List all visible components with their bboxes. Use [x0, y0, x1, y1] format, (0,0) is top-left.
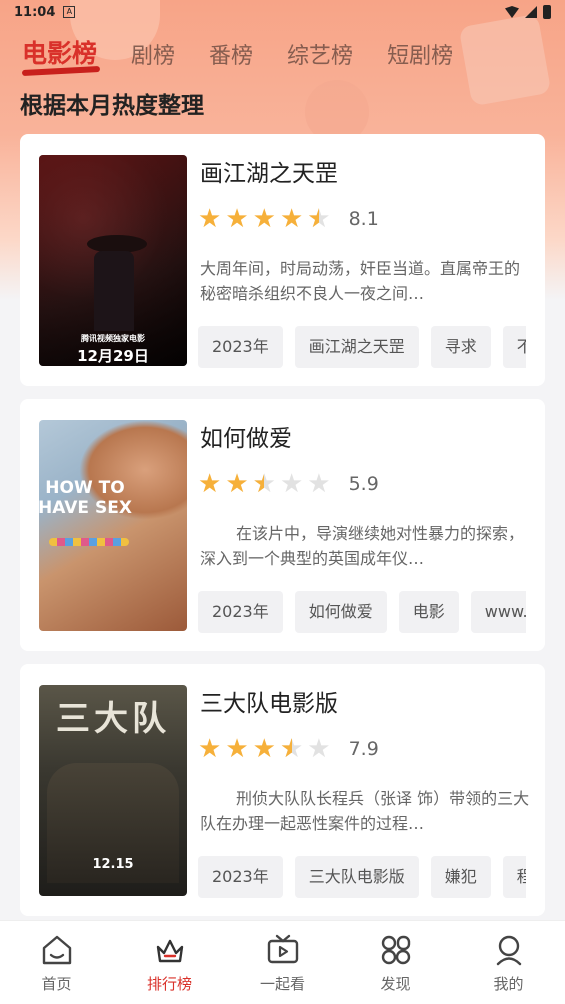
- tag[interactable]: 2023年: [198, 591, 283, 633]
- poster-caption: 三大队: [56, 699, 170, 739]
- tag[interactable]: 三大队电影版: [294, 856, 419, 898]
- movie-title: 画江湖之天罡: [200, 161, 338, 187]
- rating: ★ ★ ★ ★ ★ 5.9: [198, 471, 379, 497]
- tag[interactable]: 2023年: [198, 856, 283, 898]
- poster-caption: HOW TO HAVE SEX: [39, 478, 132, 518]
- profile-icon: [496, 935, 521, 966]
- tab-series[interactable]: 剧榜: [131, 38, 175, 70]
- star-icon: ★: [198, 204, 222, 234]
- tab-movies[interactable]: 电影榜: [22, 34, 97, 70]
- poster-date: 12.15: [92, 857, 134, 872]
- signal-icon: [525, 6, 537, 18]
- nav-label: 发现: [380, 975, 411, 993]
- home-icon: [42, 935, 71, 965]
- tab-short-drama[interactable]: 短剧榜: [387, 38, 453, 70]
- movie-title: 三大队电影版: [200, 691, 338, 717]
- tag[interactable]: 寻求: [430, 326, 491, 368]
- star-icon: ★: [252, 204, 276, 234]
- movie-card[interactable]: 腾讯视频独家电影 12月29日 画江湖之天罡 ★ ★ ★ ★ ★ 8.1 大周年…: [20, 134, 545, 386]
- empty-star-icon: ★: [307, 469, 331, 499]
- movie-card[interactable]: 三大队 12.15 三大队电影版 ★ ★ ★ ★ ★ 7.9 刑侦大队队长程兵（…: [20, 664, 545, 916]
- status-time: 11:04: [14, 4, 56, 20]
- star-icon: ★: [279, 204, 304, 234]
- half-star-icon: ★: [253, 471, 276, 497]
- star-icon: ★: [198, 469, 222, 499]
- tag[interactable]: 不良人: [502, 326, 526, 368]
- empty-star-icon: ★: [279, 469, 304, 499]
- rating: ★ ★ ★ ★ ★ 7.9: [198, 736, 379, 762]
- star-icon: ★: [225, 734, 249, 764]
- half-star-icon: ★: [280, 736, 303, 762]
- nav-profile[interactable]: 我的: [452, 921, 565, 1004]
- nav-label: 一起看: [259, 975, 305, 993]
- rating-score: 8.1: [348, 208, 379, 230]
- tag[interactable]: 2023年: [198, 326, 283, 368]
- nav-label: 首页: [41, 975, 72, 993]
- tab-variety[interactable]: 综艺榜: [287, 38, 353, 70]
- nav-label: 排行榜: [146, 975, 192, 993]
- star-icon: ★: [252, 734, 276, 764]
- movie-title: 如何做爱: [200, 426, 292, 452]
- nav-home[interactable]: 首页: [0, 921, 113, 1004]
- nav-ranking[interactable]: 排行榜: [113, 921, 226, 1004]
- movie-description: 在该片中，导演继续她对性暴力的探索，深入到一个典型的英国成年仪…: [200, 524, 525, 568]
- tv-play-icon: [267, 934, 298, 964]
- empty-star-icon: ★: [307, 734, 331, 764]
- movie-poster[interactable]: HOW TO HAVE SEX: [39, 420, 187, 631]
- rating-score: 7.9: [348, 738, 379, 760]
- star-icon: ★: [225, 469, 249, 499]
- movie-description: 刑侦大队队长程兵（张译 饰）带领的三大队在办理一起恶性案件的过程…: [200, 789, 530, 833]
- nav-discover[interactable]: 发现: [339, 921, 452, 1004]
- bottom-navigation: 首页 排行榜 一起看 发现 我的: [0, 920, 565, 1004]
- wifi-icon: [505, 6, 519, 18]
- tag[interactable]: 如何做爱: [294, 591, 387, 633]
- tab-anime[interactable]: 番榜: [209, 38, 253, 70]
- star-icon: ★: [198, 734, 222, 764]
- star-icon: ★: [225, 204, 249, 234]
- tag[interactable]: 电影: [398, 591, 459, 633]
- tag-list: 2023年 如何做爱 电影 www.a: [198, 591, 526, 633]
- discover-grid-icon: [381, 935, 410, 965]
- sim-icon: A: [63, 6, 76, 18]
- poster-small-text: 腾讯视频独家电影: [81, 334, 145, 343]
- movie-poster[interactable]: 腾讯视频独家电影 12月29日: [39, 155, 187, 366]
- poster-caption: 12月29日: [77, 347, 149, 365]
- status-bar: 11:04 A: [0, 0, 565, 24]
- ranking-crown-icon: [156, 939, 183, 963]
- page-subtitle: 根据本月热度整理: [20, 93, 204, 119]
- header-decoration: [458, 13, 552, 107]
- nav-label: 我的: [493, 975, 524, 993]
- movie-card[interactable]: HOW TO HAVE SEX 如何做爱 ★ ★ ★ ★ ★ 5.9 在该片中，…: [20, 399, 545, 651]
- movie-description: 大周年间，时局动荡，奸臣当道。直属帝王的秘密暗杀组织不良人一夜之间…: [200, 259, 521, 303]
- tag-list: 2023年 画江湖之天罡 寻求 不良人: [198, 326, 526, 368]
- rating: ★ ★ ★ ★ ★ 8.1: [198, 206, 379, 232]
- half-star-icon: ★: [307, 206, 330, 232]
- movie-poster[interactable]: 三大队 12.15: [39, 685, 187, 896]
- nav-watch-together[interactable]: 一起看: [226, 921, 339, 1004]
- tag[interactable]: 画江湖之天罡: [294, 326, 419, 368]
- rating-score: 5.9: [348, 473, 379, 495]
- tag[interactable]: www.a: [470, 591, 526, 633]
- ranking-tabs: 电影榜 剧榜 番榜 综艺榜 短剧榜: [22, 34, 453, 70]
- battery-icon: [543, 5, 551, 19]
- tag[interactable]: 程兵: [502, 856, 526, 898]
- tag[interactable]: 嫌犯: [430, 856, 491, 898]
- tag-list: 2023年 三大队电影版 嫌犯 程兵: [198, 856, 526, 898]
